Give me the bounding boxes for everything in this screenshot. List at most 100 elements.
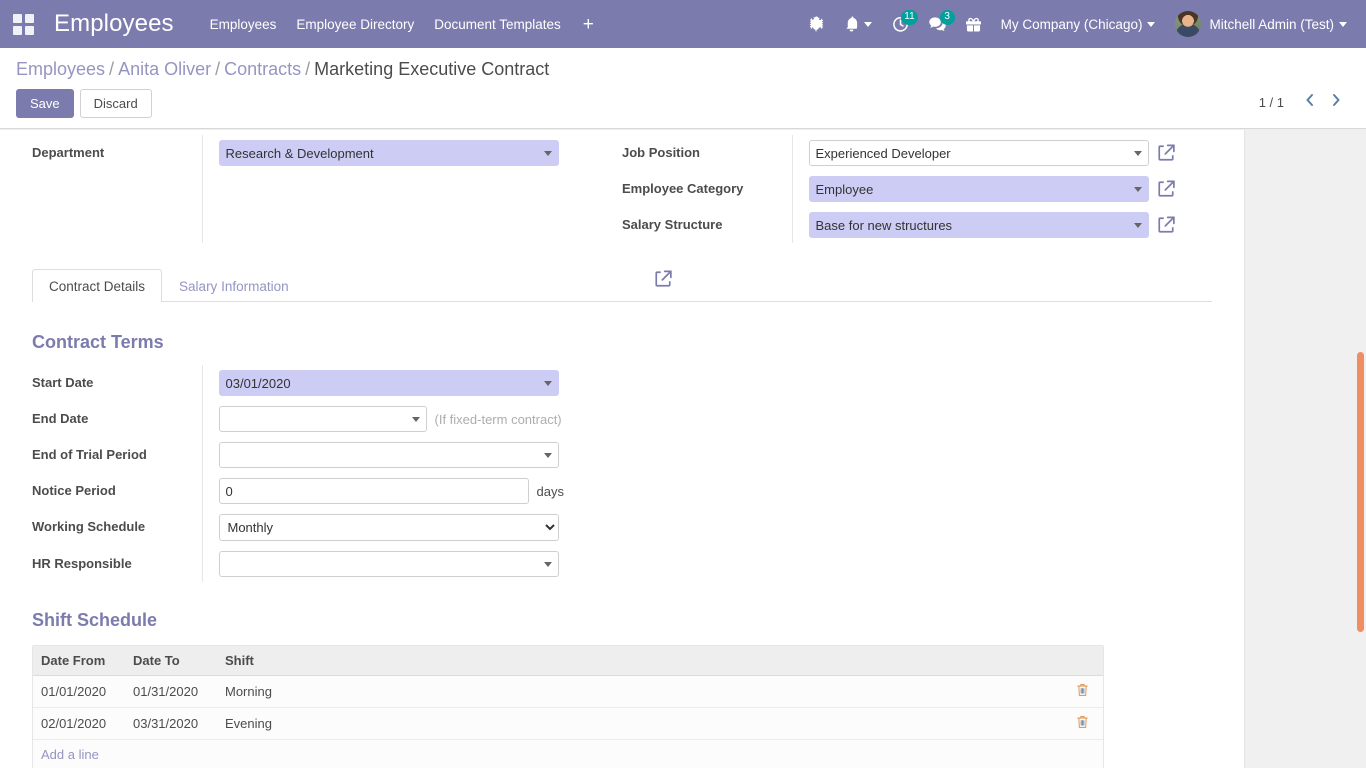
field-label-end-date: End Date — [32, 411, 89, 426]
app-brand-title: Employees — [54, 10, 174, 37]
activities-menu-button[interactable] — [835, 11, 881, 37]
delete-row-trash-icon[interactable] — [1076, 715, 1089, 732]
field-end-of-trial-period: End of Trial Period — [32, 437, 692, 473]
notice-period-suffix: days — [536, 483, 564, 499]
employee-category-value: Employee — [815, 181, 874, 197]
breadcrumb-separator: / — [305, 59, 311, 79]
save-button[interactable]: Save — [16, 89, 74, 118]
open-employee-category-external-link-icon[interactable] — [1157, 180, 1175, 198]
cell-date-from[interactable]: 02/01/2020 — [33, 707, 125, 740]
column-header-date-from[interactable]: Date From — [33, 646, 125, 676]
gift-menu-button[interactable] — [957, 11, 990, 37]
field-salary-structure: Salary Structure Base for new structures — [622, 207, 1212, 243]
field-department: Department Research & Development — [32, 135, 622, 243]
page-scrollbar[interactable] — [1355, 260, 1366, 768]
chevron-down-icon — [411, 417, 420, 422]
chevron-down-icon — [1147, 21, 1156, 27]
navbar-right-tools: 11 3 My Company (Chicago) Mitchell Admin… — [800, 7, 1356, 41]
cell-date-from[interactable]: 01/01/2020 — [33, 675, 125, 708]
user-menu-button[interactable]: Mitchell Admin (Test) — [1166, 7, 1356, 41]
employee-category-input[interactable]: Employee — [808, 176, 1149, 202]
field-label-hr-responsible: HR Responsible — [32, 556, 132, 571]
bell-icon — [844, 16, 859, 32]
field-start-date: Start Date 03/01/2020 — [32, 365, 692, 401]
column-header-date-to[interactable]: Date To — [125, 646, 217, 676]
table-row[interactable]: 01/01/2020 01/31/2020 Morning — [33, 675, 1103, 708]
notebook-tabs: Contract Details Salary Information — [32, 269, 1212, 302]
open-salary-structure-external-link-icon[interactable] — [1157, 216, 1175, 234]
chevron-down-icon — [1339, 21, 1347, 27]
end-date-hint: (If fixed-term contract) — [434, 411, 562, 427]
menu-item-document-templates[interactable]: Document Templates — [424, 11, 571, 38]
job-position-value: Experienced Developer — [815, 145, 951, 161]
add-menu-button[interactable]: + — [571, 13, 606, 36]
messaging-menu-button[interactable]: 3 — [920, 10, 955, 37]
tab-salary-information[interactable]: Salary Information — [162, 269, 306, 302]
field-label-notice-period: Notice Period — [32, 483, 116, 498]
cell-shift[interactable]: Morning — [217, 675, 1061, 708]
field-label-job-position: Job Position — [622, 145, 700, 160]
department-input[interactable]: Research & Development — [218, 140, 559, 166]
add-line-row: Add a line — [33, 739, 1103, 768]
open-department-external-link-icon[interactable] — [654, 270, 672, 288]
apps-menu-button[interactable] — [6, 7, 40, 41]
column-header-shift[interactable]: Shift — [217, 646, 1061, 676]
discard-button[interactable]: Discard — [79, 89, 152, 118]
menu-item-employees[interactable]: Employees — [200, 11, 287, 38]
hr-responsible-input[interactable] — [218, 551, 559, 577]
cell-shift[interactable]: Evening — [217, 707, 1061, 740]
pager: 1 / 1 — [1259, 92, 1348, 112]
top-navbar: Employees Employees Employee Directory D… — [0, 0, 1366, 48]
pager-count: 1 / 1 — [1258, 94, 1284, 110]
chevron-down-icon — [543, 381, 552, 386]
breadcrumb-separator: / — [109, 59, 115, 79]
timer-menu-button[interactable]: 11 — [883, 9, 918, 38]
tab-contract-details[interactable]: Contract Details — [32, 269, 163, 302]
field-job-position: Job Position Experienced Developer — [622, 135, 1212, 171]
open-job-position-external-link-icon[interactable] — [1157, 144, 1175, 162]
cell-date-to[interactable]: 03/31/2020 — [125, 707, 217, 740]
salary-structure-input[interactable]: Base for new structures — [808, 212, 1149, 238]
field-hr-responsible: HR Responsible — [32, 546, 692, 582]
contract-terms-group: Start Date 03/01/2020 End Date (If fixed… — [32, 365, 692, 582]
pager-previous-button[interactable] — [1298, 92, 1322, 112]
avatar — [1175, 11, 1202, 37]
tab-panel-contract-details: Contract Terms Start Date 03/01/2020 End… — [32, 302, 1212, 768]
end-date-input[interactable] — [218, 406, 427, 432]
scrollbar-thumb[interactable] — [1357, 352, 1364, 632]
field-employee-category: Employee Category Employee — [622, 171, 1212, 207]
chevron-left-icon — [1306, 94, 1313, 106]
working-schedule-select[interactable]: Monthly — [218, 514, 559, 541]
header-field-groups: Department Research & Development Job Po… — [32, 130, 1212, 243]
chevron-right-icon — [1333, 94, 1340, 106]
table-row[interactable]: 02/01/2020 03/31/2020 Evening — [33, 707, 1103, 740]
breadcrumb-item-anita-oliver[interactable]: Anita Oliver — [118, 59, 211, 79]
breadcrumb-item-contracts[interactable]: Contracts — [224, 59, 301, 79]
add-a-line-button[interactable]: Add a line — [41, 747, 99, 762]
field-notice-period: Notice Period days — [32, 473, 692, 509]
left-field-group: Department Research & Development — [32, 135, 622, 243]
pager-next-button[interactable] — [1324, 92, 1348, 112]
table-header-row: Date From Date To Shift — [33, 646, 1103, 676]
debug-menu-button[interactable] — [800, 11, 833, 37]
breadcrumb-item-employees[interactable]: Employees — [16, 59, 105, 79]
start-date-input[interactable]: 03/01/2020 — [218, 370, 559, 396]
chevron-down-icon — [543, 151, 552, 156]
control-panel: Employees / Anita Oliver / Contracts / Marketi… — [0, 48, 1366, 129]
chevron-down-icon — [1133, 187, 1142, 192]
shift-schedule-list: Date From Date To Shift 01/01/2020 01/31… — [32, 645, 1104, 768]
end-of-trial-period-input[interactable] — [218, 442, 559, 468]
bug-icon — [809, 16, 824, 32]
job-position-input[interactable]: Experienced Developer — [808, 140, 1149, 166]
notice-period-input[interactable] — [218, 478, 529, 504]
field-label-department: Department — [32, 145, 105, 160]
menu-item-employee-directory[interactable]: Employee Directory — [286, 11, 424, 38]
chevron-down-icon — [863, 21, 872, 27]
company-switcher[interactable]: My Company (Chicago) — [992, 13, 1165, 36]
column-header-actions — [1061, 646, 1103, 676]
chevron-down-icon — [1133, 223, 1142, 228]
field-label-working-schedule: Working Schedule — [32, 519, 146, 534]
record-actions: Save Discard — [16, 89, 1350, 118]
delete-row-trash-icon[interactable] — [1076, 683, 1089, 700]
cell-date-to[interactable]: 01/31/2020 — [125, 675, 217, 708]
